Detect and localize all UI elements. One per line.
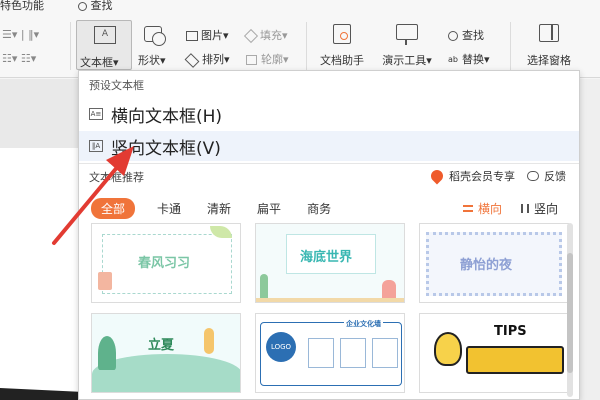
orientation-vertical-toggle[interactable]: 竖向 bbox=[521, 200, 558, 217]
category-filter-bar: 全部 卡通 清新 扁平 商务 bbox=[91, 197, 357, 219]
vertical-textbox-icon: ‖A bbox=[89, 140, 103, 152]
list-format-control[interactable]: ☰▾ | ‖▾ bbox=[2, 28, 39, 41]
doc-assistant-icon bbox=[333, 24, 351, 44]
menu-item-horizontal-textbox[interactable]: A≡ 横向文本框(H) bbox=[79, 99, 579, 129]
horizontal-lines-icon bbox=[463, 205, 473, 212]
template-card[interactable]: TIPS bbox=[419, 313, 569, 393]
indent-control[interactable]: ☷▾ ☷▾ bbox=[2, 52, 36, 65]
textbox-button[interactable]: A 文本框▾ bbox=[76, 20, 132, 70]
orientation-horizontal-toggle[interactable]: 横向 bbox=[463, 200, 502, 217]
vertical-lines-icon bbox=[521, 204, 529, 213]
replace-button[interactable]: ab 替换▾ bbox=[448, 51, 490, 67]
recommend-section-title: 文本框推荐 bbox=[89, 171, 144, 184]
menu-item-label: 横向文本框(H) bbox=[111, 106, 223, 127]
layers-icon bbox=[184, 52, 200, 68]
presentation-screen-icon bbox=[396, 24, 418, 45]
outline-button[interactable]: 轮廓▾ bbox=[246, 51, 289, 67]
find-button[interactable]: 查找 bbox=[448, 27, 484, 43]
shape-button[interactable]: 形状▾ bbox=[138, 24, 174, 68]
template-card[interactable]: 立夏 bbox=[91, 313, 241, 393]
horizontal-textbox-icon: A≡ bbox=[89, 108, 103, 120]
search-ribbon-item[interactable]: 查找 bbox=[78, 0, 113, 13]
special-features-tab[interactable]: 特色功能 bbox=[0, 0, 44, 13]
tree-icon bbox=[98, 336, 116, 370]
replace-icon: ab bbox=[448, 55, 458, 64]
logo-circle: LOGO bbox=[266, 332, 296, 362]
fill-bucket-icon bbox=[243, 28, 259, 44]
person-figure-icon bbox=[204, 328, 214, 354]
template-card[interactable]: LOGO 企业文化墙 bbox=[255, 313, 405, 393]
preset-textbox-header: 预设文本框 bbox=[89, 79, 144, 92]
right-scroll-region[interactable] bbox=[580, 79, 600, 400]
filter-chip-cartoon[interactable]: 卡通 bbox=[157, 200, 181, 217]
menu-item-vertical-textbox[interactable]: ‖A 竖向文本框(V) bbox=[79, 131, 579, 161]
filter-chip-business[interactable]: 商务 bbox=[307, 200, 331, 217]
docer-flame-icon bbox=[428, 167, 446, 185]
filter-chip-fresh[interactable]: 清新 bbox=[207, 200, 231, 217]
picture-icon bbox=[186, 31, 198, 41]
textbox-icon: A bbox=[94, 26, 116, 44]
presentation-tools-button[interactable]: 演示工具▾ bbox=[376, 24, 438, 68]
outline-icon bbox=[246, 55, 257, 65]
textbox-dropdown-menu: 预设文本框 A≡ 横向文本框(H) ‖A 竖向文本框(V) 文本框推荐 稻壳会员… bbox=[78, 70, 580, 400]
filter-chip-all[interactable]: 全部 bbox=[91, 197, 136, 219]
template-scrollbar[interactable] bbox=[567, 223, 573, 397]
scrollbar-thumb[interactable] bbox=[567, 253, 573, 373]
selection-pane-icon bbox=[539, 24, 559, 42]
template-card[interactable]: 海底世界 bbox=[255, 223, 405, 303]
selection-pane-button[interactable]: 选择窗格 bbox=[518, 24, 580, 68]
template-grid: 春风习习 海底世界 静怡的夜 立夏 LOGO 企业文化墙 TIPS bbox=[91, 223, 573, 399]
ribbon-toolbar: 特色功能 查找 ☰▾ | ‖▾ ☷▾ ☷▾ A 文本框▾ 形状▾ 图片▾ 排列▾… bbox=[0, 0, 600, 78]
member-exclusive-link[interactable]: 稻壳会员专享 bbox=[428, 167, 515, 185]
shape-circle-icon bbox=[152, 32, 166, 46]
picture-button[interactable]: 图片▾ bbox=[186, 27, 229, 43]
cactus-pot-icon bbox=[98, 272, 112, 290]
search-icon bbox=[78, 1, 87, 11]
find-magnifier-icon bbox=[448, 31, 458, 41]
slide-page[interactable] bbox=[0, 148, 84, 400]
doc-assistant-button[interactable]: 文档助手 bbox=[316, 24, 368, 68]
arrange-button[interactable]: 排列▾ bbox=[184, 51, 230, 68]
fill-button[interactable]: 填充▾ bbox=[243, 27, 288, 44]
template-card[interactable]: 春风习习 bbox=[91, 223, 241, 303]
lightbulb-icon bbox=[434, 332, 462, 366]
chat-bubble-icon bbox=[527, 171, 539, 181]
menu-item-label: 竖向文本框(V) bbox=[111, 138, 221, 159]
feedback-link[interactable]: 反馈 bbox=[527, 168, 566, 184]
filter-chip-flat[interactable]: 扁平 bbox=[257, 200, 281, 217]
template-card[interactable]: 静怡的夜 bbox=[419, 223, 569, 303]
